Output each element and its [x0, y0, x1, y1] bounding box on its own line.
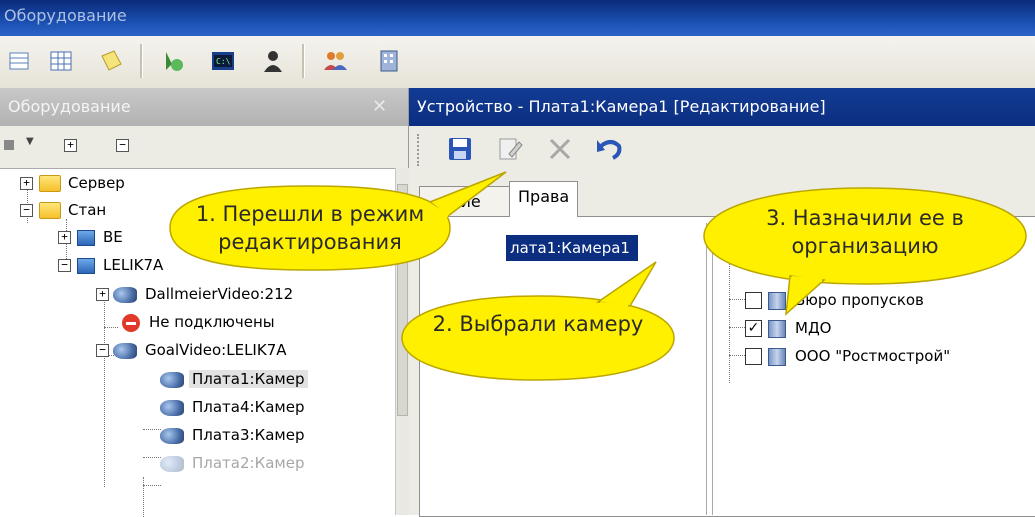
delete-icon[interactable] — [547, 136, 573, 166]
collapse-icon[interactable]: − — [96, 344, 109, 357]
tree-node-server[interactable]: + Сервер — [20, 170, 128, 196]
people-icon[interactable] — [322, 48, 348, 74]
camera-icon — [160, 427, 184, 444]
callout-assign-org-text: 3. Назначили ее в организацию — [766, 206, 964, 258]
building-icon — [768, 319, 786, 338]
toolbar-separator — [302, 44, 305, 78]
collapse-icon[interactable]: − — [20, 204, 33, 217]
collapse-all-icon[interactable]: − — [116, 139, 129, 152]
tree-node-not-connected[interactable]: Не подключены — [122, 309, 278, 335]
device-editor-header: Устройство - Плата1:Камера1 [Редактирова… — [409, 88, 1035, 126]
tree-node-goalvideo[interactable]: − GoalVideo:LELIK7A — [96, 337, 290, 363]
org-item-rostmostroy[interactable]: ООО "Ростмострой" — [745, 343, 953, 369]
window-titlebar: Оборудование — [0, 0, 1035, 36]
svg-text:C:\: C:\ — [216, 57, 231, 66]
camera-icon — [160, 399, 184, 416]
computer-icon — [77, 257, 95, 274]
user-icon[interactable] — [260, 48, 286, 74]
tab-rights[interactable]: Права — [509, 181, 579, 217]
console-icon[interactable]: C:\ — [210, 48, 236, 74]
folder-open-icon — [39, 202, 61, 219]
close-icon[interactable]: ✕ — [372, 96, 387, 117]
no-entry-icon — [122, 313, 140, 332]
org-item-pass-office[interactable]: Бюро пропусков — [745, 287, 927, 313]
toolbar-separator — [140, 44, 143, 78]
notes-icon[interactable] — [98, 48, 124, 74]
camera-icon — [160, 455, 184, 472]
expand-all-icon[interactable]: + — [64, 139, 77, 152]
checkbox[interactable] — [745, 292, 762, 309]
checkbox[interactable] — [745, 348, 762, 365]
equipment-panel-title: Оборудование — [8, 97, 131, 116]
grid-small-icon[interactable] — [6, 48, 32, 74]
toolbar-grip — [417, 134, 422, 166]
callout-assign-org: 3. Назначили ее в организацию — [700, 182, 1030, 316]
callout-edit-mode-text: 1. Перешли в режим редактирования — [195, 202, 425, 254]
expand-icon[interactable]: + — [58, 231, 71, 244]
device-editor-toolbar — [409, 128, 1035, 172]
expand-icon[interactable]: + — [96, 288, 109, 301]
building-icon[interactable] — [376, 48, 402, 74]
tree-node-computer-be[interactable]: + BE — [58, 224, 126, 250]
tree-toolbar: ▼ + − — [0, 126, 408, 166]
tree-node-station[interactable]: − Стан — [20, 197, 109, 223]
camera-icon — [160, 371, 184, 388]
device-editor-title: Устройство - Плата1:Камера1 [Редактирова… — [417, 97, 826, 116]
checkbox-checked[interactable]: ✓ — [745, 320, 762, 337]
video-server-icon — [113, 342, 137, 359]
save-icon[interactable] — [447, 136, 473, 166]
filter-icon[interactable] — [4, 140, 14, 150]
building-icon — [768, 291, 786, 310]
collapse-icon[interactable]: − — [58, 259, 71, 272]
window-title: Оборудование — [4, 6, 127, 25]
callout-edit-mode: 1. Перешли в режим редактирования — [130, 168, 507, 286]
video-server-icon — [113, 286, 137, 303]
equipment-panel: Оборудование ✕ ▼ + − + Сервер − Стан + BE −… — [0, 88, 409, 517]
tree-node-camera-1[interactable]: Плата1:Камер — [160, 366, 308, 392]
callout-select-camera: 2. Выбрали камеру — [398, 261, 678, 384]
tree-node-camera-3[interactable]: Плата3:Камер — [160, 422, 308, 448]
arrow-run-icon[interactable] — [160, 48, 186, 74]
main-toolbar: C:\ — [0, 36, 1035, 89]
folder-icon — [39, 175, 61, 192]
edit-icon[interactable] — [497, 136, 523, 166]
building-icon — [768, 347, 786, 366]
chevron-down-icon[interactable]: ▼ — [26, 136, 34, 147]
camera-list-item-selected[interactable]: лата1:Камера1 — [506, 235, 638, 261]
callout-select-camera-text: 2. Выбрали камеру — [432, 312, 644, 336]
expand-icon[interactable]: + — [20, 177, 33, 190]
tree-node-camera-4[interactable]: Плата4:Камер — [160, 394, 308, 420]
computer-icon — [77, 229, 95, 246]
tree-node-camera-2[interactable]: Плата2:Камер — [160, 450, 308, 476]
undo-icon[interactable] — [595, 136, 623, 166]
org-item-mdo[interactable]: ✓ МДО — [745, 315, 834, 341]
grid-icon[interactable] — [48, 48, 74, 74]
equipment-panel-header: Оборудование ✕ — [0, 88, 408, 126]
